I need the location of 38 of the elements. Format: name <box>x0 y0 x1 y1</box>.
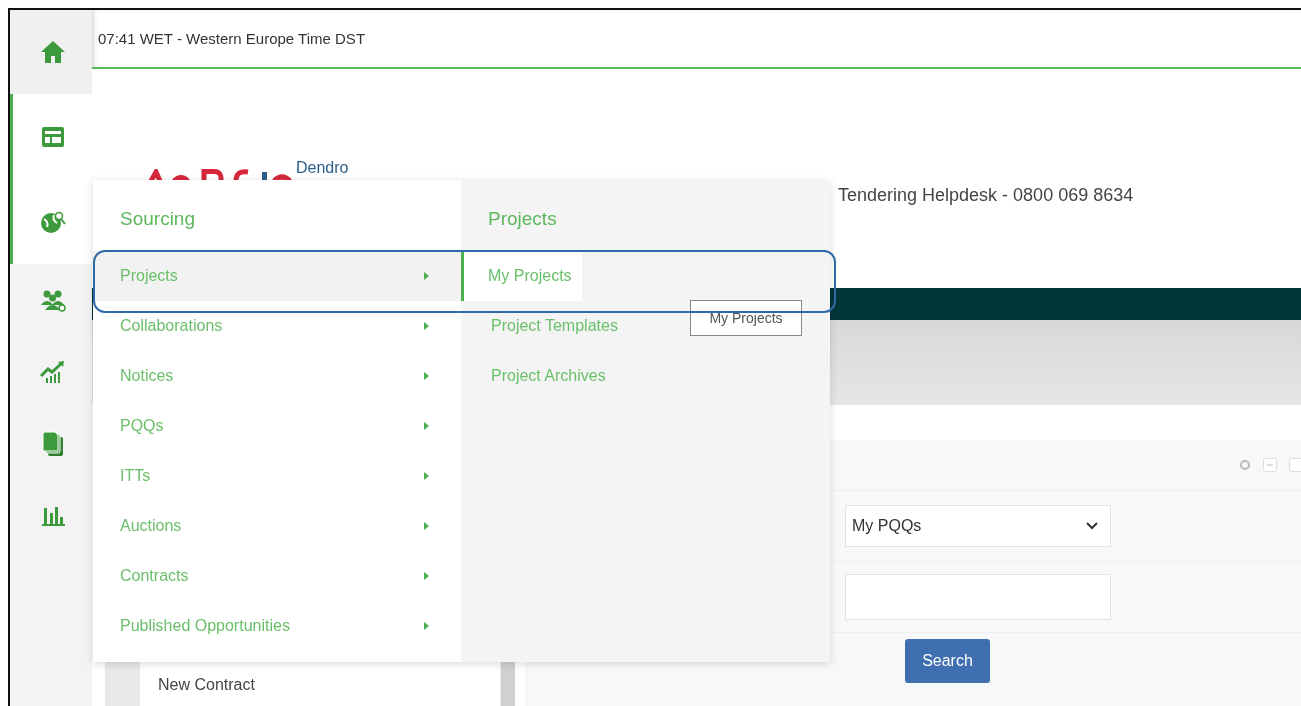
caret-right-icon <box>424 472 429 480</box>
caret-right-icon <box>424 622 429 630</box>
submenu-item[interactable]: Project Templates <box>461 301 628 351</box>
list-item[interactable]: New Contract <box>140 662 500 706</box>
globe-people-icon <box>39 209 66 234</box>
submenu-item[interactable]: Project Archives <box>461 351 616 401</box>
menu-item[interactable]: Contracts <box>93 551 461 601</box>
filter-select[interactable]: My PQQs <box>845 505 1111 547</box>
helpdesk-text: Tendering Helpdesk - 0800 069 8634 <box>838 185 1134 206</box>
menu-item[interactable]: Notices <box>93 351 461 401</box>
menu-heading: Sourcing <box>119 206 196 231</box>
menu-item[interactable]: ITTs <box>93 451 461 501</box>
chevron-down-icon <box>1086 522 1098 530</box>
home-icon <box>39 40 66 64</box>
menu-item[interactable]: PQQs <box>93 401 461 451</box>
caret-right-icon <box>424 372 429 380</box>
logo-text: Dendro <box>296 159 349 177</box>
caret-right-icon <box>424 322 429 330</box>
submenu-heading: Projects <box>487 206 558 231</box>
documents-icon <box>41 431 64 457</box>
tooltip: My Projects <box>690 300 802 336</box>
time-zone-text: 07:41 WET - Western Europe Time DST <box>98 30 366 47</box>
menu-item[interactable]: Projects <box>93 251 461 301</box>
growth-chart-icon <box>39 360 66 384</box>
search-field[interactable] <box>845 574 1111 620</box>
caret-right-icon <box>424 272 429 280</box>
menu-item[interactable]: Published Opportunities <box>93 601 461 651</box>
layout-icon <box>40 125 65 148</box>
caret-right-icon <box>424 572 429 580</box>
caret-right-icon <box>424 422 429 430</box>
bar-chart-icon <box>40 505 65 527</box>
menu-item[interactable]: Auctions <box>93 501 461 551</box>
submenu-item[interactable]: My Projects <box>461 251 582 301</box>
menu-item[interactable]: Collaborations <box>93 301 461 351</box>
settings-icon[interactable] <box>1239 459 1251 471</box>
search-button[interactable]: Search <box>905 639 990 683</box>
caret-right-icon <box>424 522 429 530</box>
people-icon <box>39 288 66 312</box>
